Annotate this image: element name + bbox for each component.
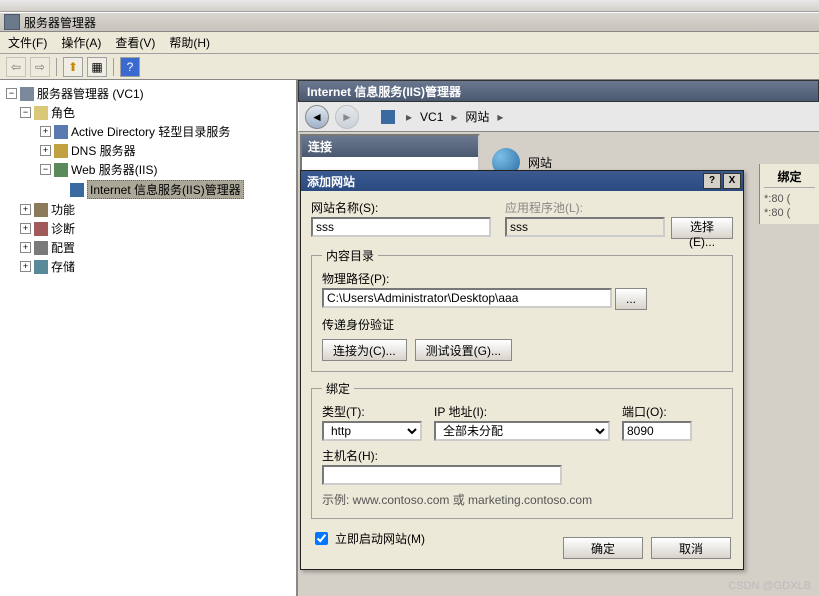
- tree-web[interactable]: −Web 服务器(IIS): [0, 160, 296, 179]
- expand-icon[interactable]: +: [20, 261, 31, 272]
- roles-icon: [34, 106, 48, 120]
- web-icon: [54, 163, 68, 177]
- browse-button[interactable]: ...: [615, 288, 647, 310]
- features-icon: [34, 203, 48, 217]
- menu-help[interactable]: 帮助(H): [169, 34, 210, 51]
- hostname-label: 主机名(H):: [322, 447, 722, 464]
- menu-file[interactable]: 文件(F): [8, 34, 47, 51]
- app-pool-input: [505, 217, 665, 237]
- expand-icon[interactable]: +: [20, 223, 31, 234]
- menu-action[interactable]: 操作(A): [61, 34, 101, 51]
- tree-config[interactable]: +配置: [0, 238, 296, 257]
- actions-pane: 绑定 *:80 ( *:80 (: [759, 164, 819, 224]
- cancel-button[interactable]: 取消: [651, 537, 731, 559]
- expand-icon[interactable]: +: [40, 145, 51, 156]
- add-website-dialog: 添加网站 ? X 网站名称(S): 应用程序池(L): 选择(E)... 内容目…: [300, 170, 744, 570]
- chevron-right-icon: ▸: [497, 110, 503, 124]
- connections-header: 连接: [302, 136, 478, 157]
- physical-path-label: 物理路径(P):: [322, 270, 722, 287]
- dialog-body: 网站名称(S): 应用程序池(L): 选择(E)... 内容目录 物理路径(P)…: [301, 191, 743, 556]
- crumb-host[interactable]: VC1: [420, 110, 443, 124]
- help-button[interactable]: ?: [120, 57, 140, 77]
- select-pool-button[interactable]: 选择(E)...: [671, 217, 733, 239]
- binding-legend: 绑定: [322, 380, 354, 397]
- ok-button[interactable]: 确定: [563, 537, 643, 559]
- watermark: CSDN @GDXLB: [728, 580, 811, 592]
- auth-label: 传递身份验证: [322, 316, 722, 333]
- expand-icon[interactable]: +: [20, 242, 31, 253]
- chevron-right-icon: ▸: [406, 110, 412, 124]
- chevron-right-icon: ▸: [451, 110, 457, 124]
- iis-title: Internet 信息服务(IIS)管理器: [298, 80, 819, 102]
- collapse-icon[interactable]: −: [6, 88, 17, 99]
- tree-iis[interactable]: Internet 信息服务(IIS)管理器: [0, 179, 296, 200]
- forward-button: ⇨: [30, 57, 50, 77]
- tree-dns[interactable]: +DNS 服务器: [0, 141, 296, 160]
- content-dir-legend: 内容目录: [322, 247, 378, 264]
- type-label: 类型(T):: [322, 403, 422, 420]
- connect-as-button[interactable]: 连接为(C)...: [322, 339, 407, 361]
- toolbar-separator: [56, 58, 57, 76]
- menubar: 文件(F) 操作(A) 查看(V) 帮助(H): [0, 32, 819, 54]
- nav-back-button[interactable]: ◄: [305, 105, 329, 129]
- actions-header: 绑定: [764, 168, 815, 188]
- app-icon: [4, 14, 20, 30]
- tree-ad[interactable]: +Active Directory 轻型目录服务: [0, 122, 296, 141]
- tree-storage[interactable]: +存储: [0, 257, 296, 276]
- collapse-icon[interactable]: −: [20, 107, 31, 118]
- iis-toolbar: ◄ ► ▸ VC1 ▸ 网站 ▸: [298, 102, 819, 132]
- app-pool-label: 应用程序池(L):: [505, 199, 733, 216]
- ip-label: IP 地址(I):: [434, 403, 610, 420]
- server-icon: [20, 87, 34, 101]
- port-input[interactable]: [622, 421, 692, 441]
- storage-icon: [34, 260, 48, 274]
- help-button[interactable]: ?: [703, 173, 721, 189]
- crumb-sites[interactable]: 网站: [465, 108, 489, 125]
- tree-root[interactable]: −服务器管理器 (VC1): [0, 84, 296, 103]
- config-icon: [34, 241, 48, 255]
- toolbar-separator: [113, 58, 114, 76]
- site-name-label: 网站名称(S):: [311, 199, 491, 216]
- binding-row: *:80 (: [764, 192, 815, 206]
- dns-icon: [54, 144, 68, 158]
- tree-roles[interactable]: −角色: [0, 103, 296, 122]
- start-now-checkbox[interactable]: [315, 532, 328, 545]
- menu-view[interactable]: 查看(V): [115, 34, 155, 51]
- test-settings-button[interactable]: 测试设置(G)...: [415, 339, 512, 361]
- site-name-input[interactable]: [311, 217, 491, 237]
- dialog-title-text: 添加网站: [307, 173, 355, 190]
- window-title-text: 服务器管理器: [24, 14, 96, 31]
- toolbar: ⇦ ⇨ ⬆ ▦ ?: [0, 54, 819, 80]
- binding-group: 绑定 类型(T): http IP 地址(I): 全部未分配 端口(O): 主机…: [311, 380, 733, 519]
- properties-button[interactable]: ▦: [87, 57, 107, 77]
- port-label: 端口(O):: [622, 403, 692, 420]
- window-titlebar: 服务器管理器: [0, 12, 819, 32]
- type-select[interactable]: http: [322, 421, 422, 441]
- ip-select[interactable]: 全部未分配: [434, 421, 610, 441]
- collapse-icon[interactable]: −: [40, 164, 51, 175]
- iis-icon: [70, 183, 84, 197]
- nav-forward-button: ►: [335, 105, 359, 129]
- parent-window-strip: [0, 0, 819, 12]
- tree-pane: −服务器管理器 (VC1) −角色 +Active Directory 轻型目录…: [0, 80, 298, 596]
- ad-icon: [54, 125, 68, 139]
- dialog-titlebar[interactable]: 添加网站 ? X: [301, 171, 743, 191]
- tree-diag[interactable]: +诊断: [0, 219, 296, 238]
- expand-icon[interactable]: +: [40, 126, 51, 137]
- dialog-footer: 确定 取消: [563, 537, 731, 559]
- hostname-example: 示例: www.contoso.com 或 marketing.contoso.…: [322, 491, 722, 508]
- hostname-input[interactable]: [322, 465, 562, 485]
- binding-row: *:80 (: [764, 206, 815, 220]
- diag-icon: [34, 222, 48, 236]
- back-button: ⇦: [6, 57, 26, 77]
- home-icon[interactable]: [381, 110, 395, 124]
- expand-icon[interactable]: +: [20, 204, 31, 215]
- content-dir-group: 内容目录 物理路径(P): ... 传递身份验证 连接为(C)... 测试设置(…: [311, 247, 733, 372]
- up-button[interactable]: ⬆: [63, 57, 83, 77]
- start-now-label: 立即启动网站(M): [335, 530, 425, 547]
- tree-features[interactable]: +功能: [0, 200, 296, 219]
- physical-path-input[interactable]: [322, 288, 612, 308]
- close-button[interactable]: X: [723, 173, 741, 189]
